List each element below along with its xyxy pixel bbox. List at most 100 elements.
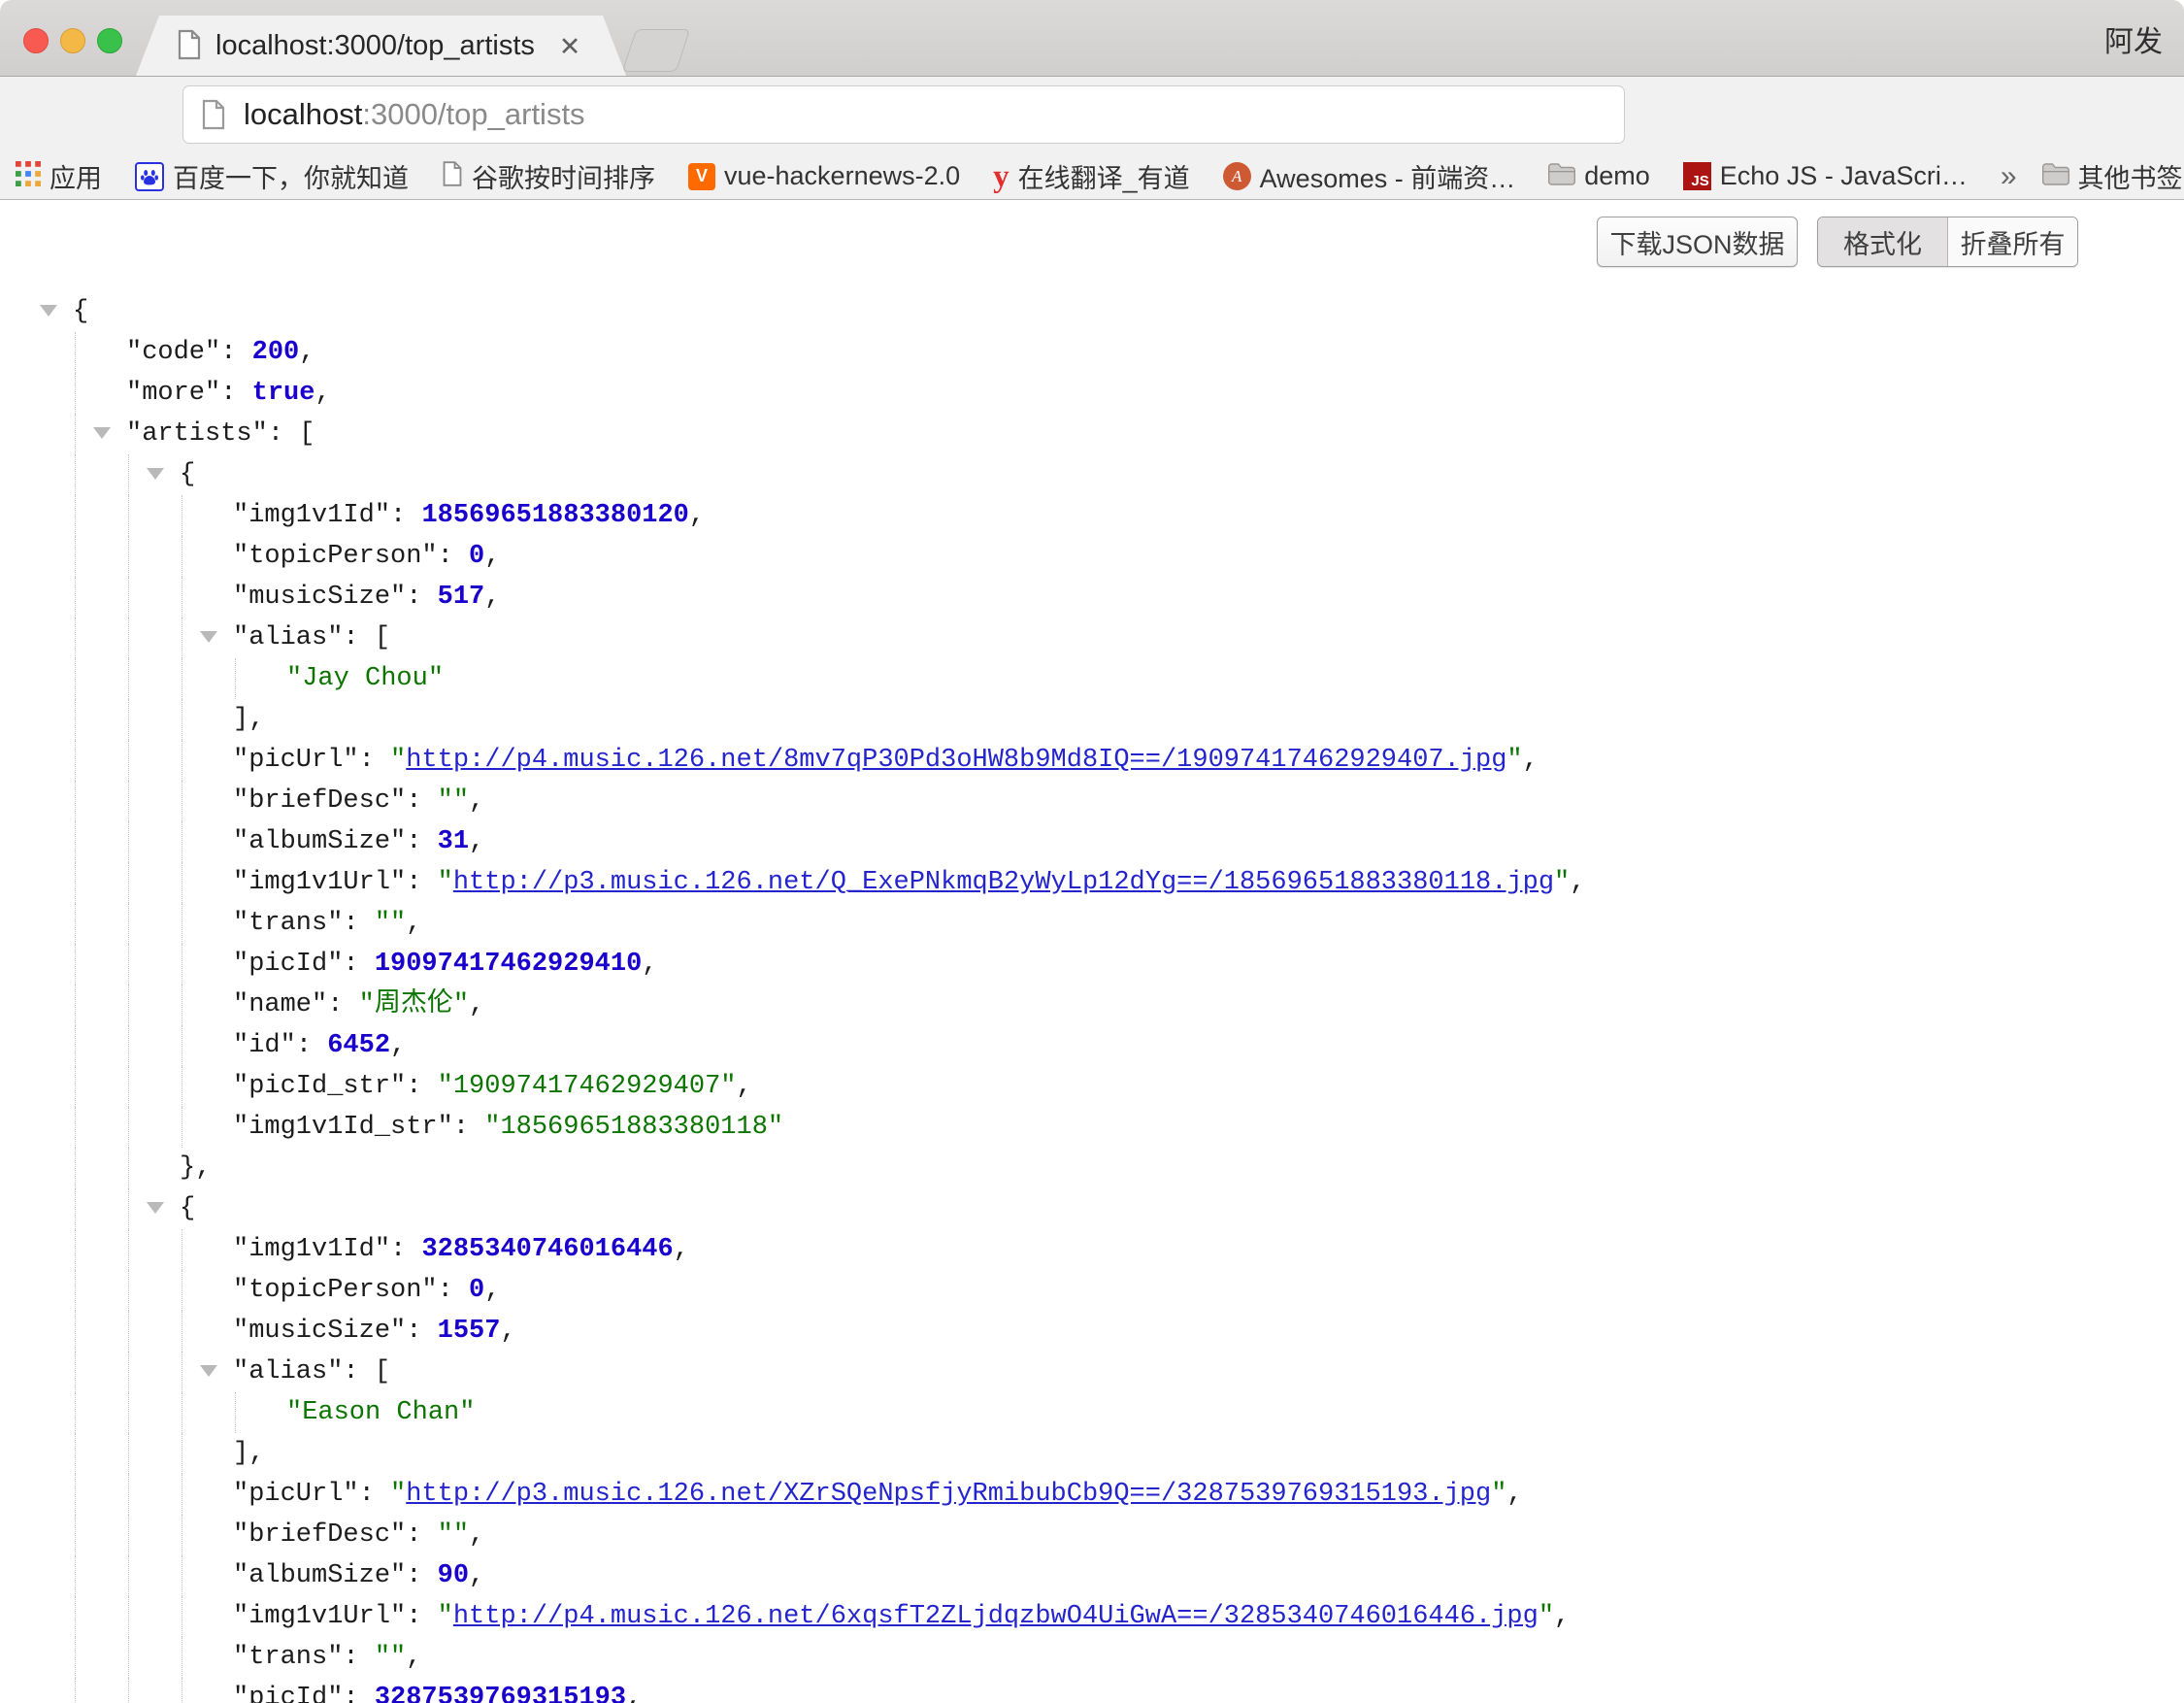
bookmark-google-sort[interactable]: 谷歌按时间排序 (442, 157, 655, 195)
folder-icon (1548, 163, 1575, 190)
page-icon (201, 99, 226, 135)
json-token: { (73, 297, 88, 326)
json-token: : (343, 950, 374, 979)
collapse-arrow-icon[interactable] (147, 1202, 164, 1214)
json-token: , (484, 583, 500, 612)
json-token: : (343, 1684, 374, 1703)
bookmark-awesomes[interactable]: A Awesomes - 前端资… (1223, 157, 1516, 195)
other-bookmarks-folder[interactable]: 其他书签 (2042, 157, 2183, 195)
bookmarks-overflow-chevron[interactable]: » (2001, 160, 2017, 193)
page-content: 下载JSON数据 格式化 折叠所有 {"code": 200,"more": t… (0, 200, 2184, 1703)
close-window-button[interactable] (23, 28, 49, 53)
url-text[interactable]: localhost:3000/top_artists (244, 86, 585, 143)
json-token: : (406, 583, 437, 612)
indent-guide (128, 1066, 129, 1107)
tab-close-icon[interactable]: ✕ (553, 30, 586, 63)
indent-guide (128, 781, 129, 821)
bookmark-apps[interactable]: 应用 (16, 157, 102, 195)
indent-guide (75, 577, 76, 618)
json-line: }, (0, 1148, 2184, 1188)
url-host: localhost (244, 97, 362, 131)
indent-guide (128, 1596, 129, 1637)
collapse-arrow-icon[interactable] (147, 468, 164, 480)
json-token: "" (375, 1643, 406, 1672)
json-line: "img1v1Url": "http://p3.music.126.net/Q_… (0, 862, 2184, 903)
json-token: "picId_str" (233, 1072, 406, 1101)
bookmark-vue-hackernews[interactable]: V vue-hackernews-2.0 (688, 161, 960, 191)
json-line: "artists": [ (0, 414, 2184, 454)
indent-guide (128, 536, 129, 577)
new-tab-button[interactable] (622, 29, 690, 72)
bookmark-baidu[interactable]: 百度一下，你就知道 (135, 157, 409, 195)
collapse-arrow-icon[interactable] (200, 631, 217, 643)
json-line: ], (0, 1433, 2184, 1474)
page-icon (442, 160, 463, 192)
json-token: , (469, 827, 484, 856)
indent-guide (128, 740, 129, 781)
json-token: : (296, 1031, 327, 1060)
indent-guide (75, 495, 76, 536)
json-token: : (406, 1520, 437, 1550)
json-url-link[interactable]: http://p4.music.126.net/8mv7qP30Pd3oHW8b… (406, 746, 1506, 775)
collapse-arrow-icon[interactable] (40, 305, 57, 317)
json-token: , (314, 379, 330, 408)
indent-guide (128, 577, 129, 618)
json-token: { (180, 1194, 195, 1223)
json-token: "topicPerson" (233, 542, 438, 571)
json-line: "img1v1Id": 18569651883380120, (0, 495, 2184, 536)
indent-guide (75, 1596, 76, 1637)
bookmark-label: demo (1584, 161, 1650, 191)
bookmark-youdao[interactable]: y 在线翻译_有道 (993, 157, 1190, 195)
indent-guide (235, 1392, 236, 1433)
indent-guide (128, 1474, 129, 1515)
json-token: , (469, 786, 484, 816)
download-json-button[interactable]: 下载JSON数据 (1597, 217, 1798, 267)
json-token: "musicSize" (233, 583, 406, 612)
collapse-all-button[interactable]: 折叠所有 (1947, 217, 2077, 266)
json-token: , (406, 909, 421, 938)
format-button[interactable]: 格式化 (1818, 217, 1947, 266)
apps-grid-icon (16, 161, 41, 191)
browser-tab[interactable]: localhost:3000/top_artists ✕ (136, 16, 626, 76)
profile-name[interactable]: 阿发 (2104, 17, 2163, 60)
address-bar[interactable]: localhost:3000/top_artists (182, 85, 1625, 144)
json-token: 3287539769315193 (375, 1684, 626, 1703)
tab-title: localhost:3000/top_artists (215, 16, 535, 76)
json-token: "musicSize" (233, 1317, 406, 1346)
indent-guide (75, 1555, 76, 1596)
json-line: { (0, 1188, 2184, 1229)
json-url-link[interactable]: http://p3.music.126.net/XZrSQeNpsfjyRmib… (406, 1480, 1491, 1509)
json-token: : [ (343, 623, 390, 652)
collapse-arrow-icon[interactable] (93, 427, 111, 439)
navigation-toolbar: localhost:3000/top_artists 英en FE 5 PLAY… (0, 77, 2184, 153)
indent-guide (75, 1515, 76, 1555)
json-token: ], (233, 1439, 264, 1468)
bookmark-echojs[interactable]: JS Echo JS - JavaScri… (1683, 161, 1968, 191)
minimize-window-button[interactable] (60, 28, 85, 53)
json-token: " (390, 746, 406, 775)
json-token: 6452 (327, 1031, 390, 1060)
json-token: "albumSize" (233, 1561, 406, 1590)
json-url-link[interactable]: http://p4.music.126.net/6xqsfT2ZLjdqzbwO… (453, 1602, 1539, 1631)
json-token: 31 (438, 827, 469, 856)
json-token: : (327, 990, 358, 1019)
tab-strip: localhost:3000/top_artists ✕ 阿发 (0, 0, 2184, 77)
indent-guide (75, 618, 76, 658)
json-token: 1557 (438, 1317, 501, 1346)
bookmark-demo-folder[interactable]: demo (1548, 161, 1650, 191)
json-token: 18569651883380120 (421, 501, 688, 530)
baidu-icon (135, 162, 164, 191)
json-url-link[interactable]: http://p3.music.126.net/Q_ExePNkmqB2yWyL… (453, 868, 1554, 897)
maximize-window-button[interactable] (97, 28, 122, 53)
json-token: , (469, 1520, 484, 1550)
json-line: "img1v1Url": "http://p4.music.126.net/6x… (0, 1596, 2184, 1637)
json-token: "" (375, 909, 406, 938)
indent-guide (128, 1678, 129, 1703)
json-token: "img1v1Id" (233, 501, 390, 530)
json-token: : [ (268, 419, 315, 449)
json-line: "alias": [ (0, 1352, 2184, 1392)
collapse-arrow-icon[interactable] (200, 1365, 217, 1377)
bookmark-label: vue-hackernews-2.0 (724, 161, 960, 191)
view-mode-segmented-control: 格式化 折叠所有 (1817, 217, 2078, 267)
indent-guide (75, 699, 76, 740)
